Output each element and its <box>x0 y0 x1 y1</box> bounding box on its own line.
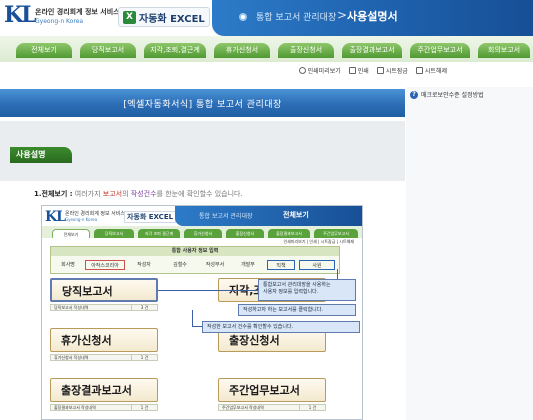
embedded-sub-label: 출장결과보고서 작성내역 <box>54 405 96 410</box>
embedded-user-info-head: 통합 사용자 정보 입력 <box>51 247 339 256</box>
bullet-icon <box>239 13 247 21</box>
callout-user-info: 통합보고서 관리대장을 사용하는 사용자 정보를 입력합니다. <box>258 279 356 301</box>
print-preview-button[interactable]: 인쇄미리보기 <box>298 66 341 75</box>
connector-line <box>158 290 258 291</box>
excel-icon: X <box>123 10 136 24</box>
embedded-sub-count: 1 건 <box>299 405 325 411</box>
nav-tab-meeting-report[interactable]: 회의보고서 <box>478 43 530 58</box>
callout-text: 통합보고서 관리대장을 사용하는 사용자 정보를 입력합니다. <box>263 282 331 295</box>
desc-part-count: 작성건수 <box>130 190 157 198</box>
nav-tab-trip-result[interactable]: 출장결과보고서 <box>342 43 402 58</box>
unlock-icon <box>415 66 423 74</box>
embedded-tab: 주간업무보고서 <box>314 229 358 238</box>
embedded-sub-count: 1 건 <box>131 405 157 411</box>
embedded-logo-mark: KL <box>45 209 66 225</box>
nav-tab-business-trip[interactable]: 출장신청서 <box>278 43 334 58</box>
printer-icon <box>348 66 356 74</box>
embedded-card-weekly: 주간업무보고서 <box>218 378 326 402</box>
desc-label: 1.전체보기 : <box>34 190 73 198</box>
embedded-card-vacation: 휴가신청서 <box>50 328 158 352</box>
description: 1.전체보기 : 여러가지 보고서의 작성건수를 한눈에 확인할수 있습니다. <box>34 189 243 199</box>
embedded-sub-count: 3 건 <box>131 305 157 311</box>
nav-tab-weekly-report[interactable]: 주간업무보고서 <box>410 43 470 58</box>
embedded-screenshot: KL 온라인 경리회계 정보 서비스 Gyeong-n Korea 자동화 EX… <box>41 205 363 420</box>
print-preview-label: 인쇄미리보기 <box>307 67 341 75</box>
desc-part-report: 보고서 <box>102 190 123 198</box>
embedded-info-cell: 작성자 <box>137 262 151 268</box>
embedded-tab: 출장결과보고서 <box>268 229 310 238</box>
excel-logo: X 자동화 EXCEL <box>118 7 210 27</box>
app-header: KL 온라인 경리회계 정보 서비스 Gyeong-n Korea X 자동화 … <box>0 0 533 36</box>
toolbar: 인쇄미리보기 인쇄 시트잠금 시트해제 <box>298 64 447 76</box>
embedded-sub-count: 1 건 <box>131 355 157 361</box>
callout-text: 작성한 보고서 건수를 확인할수 있습니다. <box>207 324 294 330</box>
embedded-sub-label: 주간업무보고서 작성내역 <box>222 405 264 410</box>
section-tab-usage: 사용설명 <box>10 147 72 163</box>
desc-part-3: 를 한눈에 확인할수 있습니다. <box>156 190 243 198</box>
embedded-logo-text-en: Gyeong-n Korea <box>65 217 98 222</box>
embedded-excel-logo: 자동화 EXCEL <box>124 211 177 223</box>
nav-tab-late-absence[interactable]: 지각,조퇴,결근계 <box>144 43 206 58</box>
embedded-info-cell: 사원 <box>299 260 335 270</box>
embedded-breadcrumb: 통합 보고서 관리대장 <box>199 213 253 220</box>
embedded-tab: 당직보고서 <box>94 229 134 238</box>
nav-tab-duty-report[interactable]: 당직보고서 <box>80 43 136 58</box>
page-title: 사용설명서 <box>347 10 398 23</box>
embedded-sub-trip-result: 출장결과보고서 작성내역 1 건 <box>50 404 158 411</box>
embedded-sub-label: 당직보고서 작성내역 <box>54 305 89 310</box>
nav-tab-vacation[interactable]: 휴가신청서 <box>214 43 270 58</box>
embedded-card-duty: 당직보고서 <box>50 278 158 302</box>
print-label: 인쇄 <box>357 67 369 75</box>
preview-icon <box>298 66 306 74</box>
desc-part-1: 여러가지 <box>74 190 103 198</box>
embedded-user-info-box: 통합 사용자 정보 입력 회사명 아작스코리아 작성자 김철수 작성부서 개발부… <box>50 246 340 274</box>
embedded-tab: 전체보기 <box>52 229 90 238</box>
embedded-header-band: 통합 보고서 관리대장 전체보기 <box>175 206 362 226</box>
lock-icon <box>376 66 384 74</box>
logo-mark: KL <box>4 2 37 28</box>
desc-part-2: 의 <box>122 190 131 198</box>
question-icon: ? <box>410 90 418 99</box>
embedded-card-trip-result: 출장결과보고서 <box>50 378 158 402</box>
embedded-info-cell: 김철수 <box>173 262 187 268</box>
chevron-right-icon: > <box>337 8 348 22</box>
embedded-sub-vacation: 휴가신청서 작성내역 1 건 <box>50 354 158 361</box>
connector-line <box>192 310 193 326</box>
title-banner: [엑셀자동화서식] 통합 보고서 관리대장 <box>0 89 405 117</box>
callout-text: 작성하고자 하는 보고서를 클릭합니다. <box>243 307 323 313</box>
logo-text-ko: 온라인 경리회계 정보 서비스 <box>35 8 120 16</box>
embedded-info-cell: 회사명 <box>61 262 75 268</box>
right-sidebar: ? 매크로보안수준 설정방법 <box>406 87 533 420</box>
callout-click-report: 작성하고자 하는 보고서를 클릭합니다. <box>238 304 356 316</box>
kl-logo[interactable]: KL 온라인 경리회계 정보 서비스 Gyeong-n Korea <box>4 2 120 33</box>
main-panel: [엑셀자동화서식] 통합 보고서 관리대장 사용설명 1.전체보기 : 여러가지… <box>0 87 405 420</box>
embedded-title: 전체보기 <box>283 211 309 219</box>
header-band: 통합 보고서 관리대장 > 사용설명서 <box>212 0 533 36</box>
macro-security-link[interactable]: ? 매크로보안수준 설정방법 <box>410 90 484 99</box>
embedded-info-cell: 아작스코리아 <box>85 260 125 270</box>
callout-count: 작성한 보고서 건수를 확인할수 있습니다. <box>202 321 360 333</box>
embedded-tab: 지각 조퇴 결근계 <box>138 229 180 238</box>
nav-tab-all[interactable]: 전체보기 <box>16 43 72 58</box>
excel-logo-text: 자동화 EXCEL <box>139 13 205 25</box>
sheet-unlock-label: 시트해제 <box>424 67 447 75</box>
print-button[interactable]: 인쇄 <box>348 66 369 75</box>
embedded-sub-duty: 당직보고서 작성내역 3 건 <box>50 304 158 311</box>
sheet-unlock-button[interactable]: 시트해제 <box>415 66 447 75</box>
breadcrumb: 통합 보고서 관리대장 <box>256 13 337 23</box>
embedded-tab: 휴가신청서 <box>184 229 222 238</box>
embedded-tab: 출장신청서 <box>226 229 264 238</box>
sheet-lock-label: 시트잠금 <box>385 67 408 75</box>
embedded-toolbar: 인쇄미리보기 | 인쇄 | 시트잠금 | 시트해제 <box>283 239 354 244</box>
embedded-info-cell: 작성부서 <box>205 262 225 268</box>
macro-security-label: 매크로보안수준 설정방법 <box>421 92 484 99</box>
sheet-lock-button[interactable]: 시트잠금 <box>376 66 408 75</box>
banner-title: [엑셀자동화서식] 통합 보고서 관리대장 <box>123 100 282 110</box>
logo-text-en: Gyeong-n Korea <box>35 18 84 25</box>
embedded-sub-label: 휴가신청서 작성내역 <box>54 355 89 360</box>
embedded-info-cell: 개발부 <box>241 262 255 268</box>
embedded-logo-text-ko: 온라인 경리회계 정보 서비스 <box>65 211 125 217</box>
embedded-info-cell: 직책 <box>267 260 295 270</box>
embedded-sub-weekly: 주간업무보고서 작성내역 1 건 <box>218 404 326 411</box>
